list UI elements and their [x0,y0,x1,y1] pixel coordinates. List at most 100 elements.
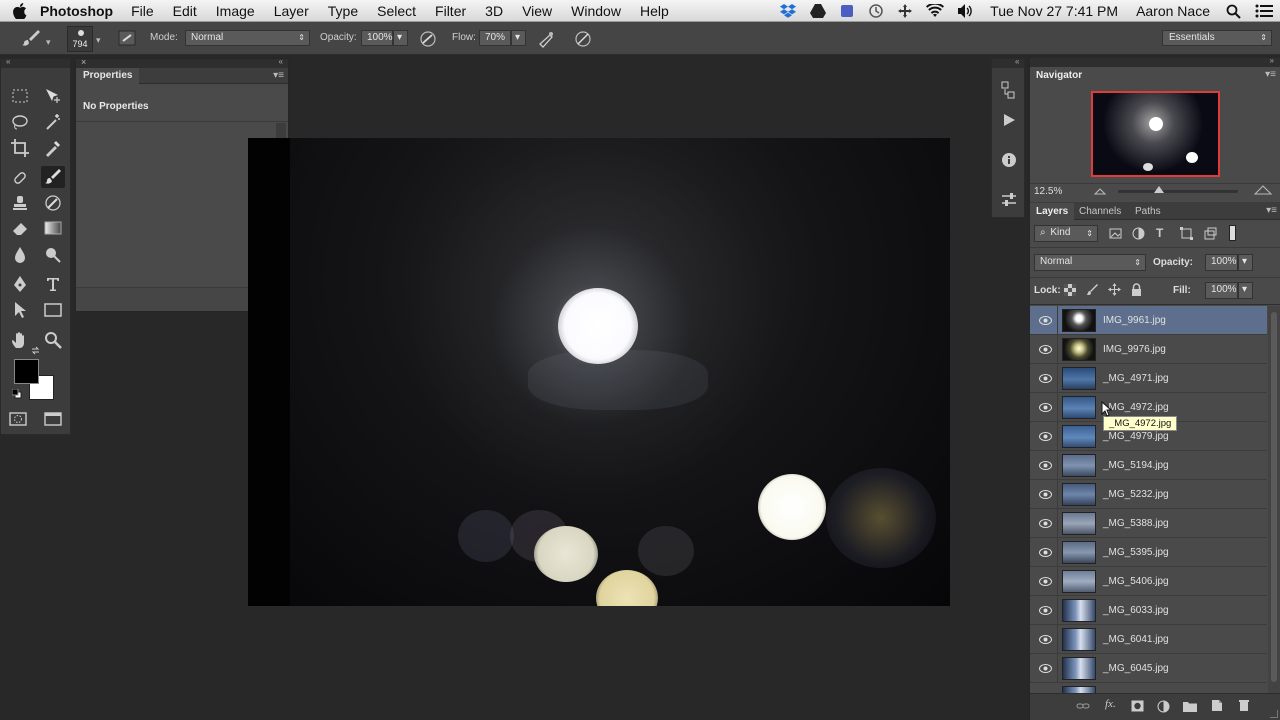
eye-icon[interactable] [1038,430,1052,442]
dock-header[interactable]: « [992,57,1024,68]
app-menu[interactable]: Photoshop [40,3,113,19]
marquee-tool-icon[interactable] [8,85,32,107]
tab-layers[interactable]: Layers [1030,203,1075,220]
healing-brush-icon[interactable] [8,167,32,189]
play-actions-icon[interactable] [998,109,1020,131]
type-filter-icon[interactable]: T [1156,226,1163,240]
properties-panel-header[interactable]: × « [76,57,288,68]
swap-colors-icon[interactable] [31,346,40,355]
layer-name[interactable]: _MG_6041.jpg [1103,634,1169,645]
document-canvas[interactable] [248,138,950,606]
trash-icon[interactable] [1238,699,1250,715]
layer-name[interactable]: _MG_4971.jpg [1103,373,1169,384]
navigator-thumbnail[interactable] [1091,91,1220,177]
volume-icon[interactable] [958,4,974,18]
lock-image-icon[interactable] [1086,283,1099,299]
layer-opacity-dropdown[interactable]: ▾ [1238,254,1253,271]
layer-name[interactable]: _MG_4979.jpg [1103,431,1169,442]
eye-icon[interactable] [1038,517,1052,529]
user-name[interactable]: Aaron Nace [1136,3,1210,19]
layer-style-fx-icon[interactable]: fx. [1105,698,1116,710]
eye-icon[interactable] [1038,633,1052,645]
hand-tool-icon[interactable] [8,329,32,351]
smart-object-filter-icon[interactable] [1204,227,1217,243]
tab-paths[interactable]: Paths [1129,203,1167,220]
menu-help[interactable]: Help [640,3,669,19]
layer-row[interactable]: _MG_6045.jpg [1030,654,1267,683]
opacity-input[interactable]: 100% [361,30,393,46]
eye-icon[interactable] [1038,372,1052,384]
zoom-in-icon[interactable] [1253,185,1273,198]
blur-tool-icon[interactable] [8,244,32,266]
eraser-tool-icon[interactable] [8,217,32,239]
brush-panel-toggle-icon[interactable] [118,30,136,49]
collapse-arrows-icon[interactable]: « [279,57,283,66]
adjustments-sliders-icon[interactable] [998,189,1020,211]
tool-preset-dropdown-icon[interactable]: ▾ [46,37,51,48]
brush-picker-dropdown-icon[interactable]: ▾ [96,35,101,46]
panel-menu-icon[interactable]: ▾≡ [273,70,284,81]
menu-layer[interactable]: Layer [274,3,309,19]
pixel-filter-icon[interactable] [1109,227,1122,243]
type-tool-icon[interactable] [41,273,65,295]
adjustment-filter-icon[interactable] [1132,227,1145,243]
panel-menu-icon[interactable]: ▾≡ [1266,205,1277,216]
wifi-icon[interactable] [926,4,945,18]
gradient-tool-icon[interactable] [41,217,65,239]
menu-window[interactable]: Window [571,3,621,19]
path-selection-icon[interactable] [8,299,32,321]
layer-name[interactable]: _MG_5406.jpg [1103,576,1169,587]
eye-icon[interactable] [1038,488,1052,500]
collapse-arrows-icon[interactable]: « [6,57,10,66]
layer-name[interactable]: _MG_6045.jpg [1103,663,1169,674]
quick-mask-icon[interactable] [6,408,30,430]
spotlight-icon[interactable] [1226,4,1241,19]
layer-filter-select[interactable]: ⌕ Kind ⇕ [1034,225,1098,242]
layer-row[interactable]: _MG_5406.jpg [1030,567,1267,596]
new-layer-icon[interactable] [1211,699,1223,715]
layer-row[interactable]: _MG_5194.jpg [1030,451,1267,480]
drive-icon[interactable] [810,4,827,18]
adjustment-layer-icon[interactable] [1157,700,1170,716]
move-tool-icon[interactable] [41,85,65,107]
eye-icon[interactable] [1038,314,1052,326]
screen-mode-icon[interactable] [41,408,65,430]
pressure-size-icon[interactable] [574,30,592,51]
brush-preset-picker[interactable]: 794 [67,26,93,52]
collapse-arrows-icon[interactable]: « [1015,57,1019,66]
collapse-arrows-icon[interactable]: » [1270,56,1274,65]
lock-transparent-icon[interactable] [1064,284,1076,299]
tools-panel-header[interactable]: « [1,57,70,68]
eye-icon[interactable] [1038,546,1052,558]
zoom-tool-icon[interactable] [41,329,65,351]
opacity-dropdown[interactable]: ▾ [393,30,408,46]
zoom-slider[interactable] [1118,186,1238,193]
resize-handle[interactable] [1270,710,1278,718]
apple-icon[interactable] [0,2,40,19]
layer-row[interactable] [1030,683,1267,693]
zoom-level[interactable]: 12.5% [1034,186,1062,197]
layer-row[interactable]: _MG_5395.jpg [1030,538,1267,567]
info-icon[interactable] [998,149,1020,171]
shape-filter-icon[interactable] [1180,227,1193,243]
menu-3d[interactable]: 3D [485,3,503,19]
menu-select[interactable]: Select [377,3,416,19]
tab-properties[interactable]: Properties [76,68,140,84]
layer-name[interactable]: _MG_5388.jpg [1103,518,1169,529]
fill-dropdown[interactable]: ▾ [1238,282,1253,299]
eye-icon[interactable] [1038,459,1052,471]
eyedropper-icon[interactable] [41,137,65,159]
link-layers-icon[interactable] [1076,701,1090,714]
dropbox-icon[interactable] [780,4,797,18]
time-machine-icon[interactable] [868,3,884,19]
layer-name[interactable]: _MG_5232.jpg [1103,489,1169,500]
flow-input[interactable]: 70% [479,30,511,46]
layers-scrollbar-thumb[interactable] [1271,312,1277,682]
lock-position-icon[interactable] [1108,283,1121,299]
default-colors-icon[interactable] [11,388,22,399]
fill-input[interactable]: 100% [1205,282,1238,299]
lasso-tool-icon[interactable] [8,111,32,133]
brush-tool-icon[interactable] [20,28,42,51]
app-status-icon[interactable] [840,4,854,18]
eye-icon[interactable] [1038,575,1052,587]
